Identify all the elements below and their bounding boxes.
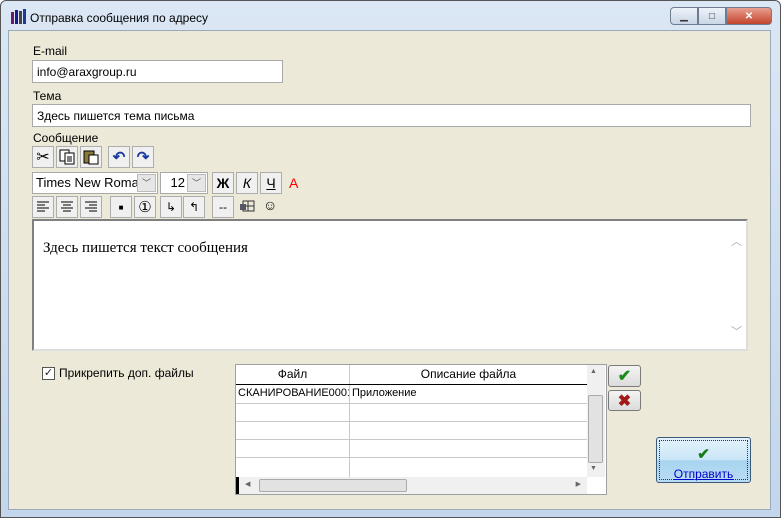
outdent-icon: ↰ bbox=[188, 200, 200, 214]
check-icon: ✔ bbox=[617, 368, 632, 385]
font-select[interactable]: Times New Roman ﹀ bbox=[32, 172, 158, 194]
message-text: Здесь пишется текст сообщения bbox=[43, 240, 248, 256]
delete-x-icon: ✖ bbox=[617, 392, 632, 410]
chevron-down-icon: ﹀ bbox=[137, 174, 156, 192]
subject-input[interactable]: Здесь пишется тема письма bbox=[32, 104, 751, 127]
size-value: 12 bbox=[170, 175, 185, 190]
attach-label: Прикрепить доп. файлы bbox=[59, 366, 194, 380]
add-file-button[interactable]: ✔ bbox=[608, 365, 641, 387]
scroll-down-icon[interactable]: ﹀ bbox=[731, 323, 742, 339]
email-label: E-mail bbox=[33, 44, 68, 58]
check-icon: ✔ bbox=[697, 446, 710, 463]
window-title: Отправка сообщения по адресу bbox=[30, 11, 209, 25]
column-header-file[interactable]: Файл bbox=[236, 365, 350, 384]
scroll-thumb[interactable] bbox=[259, 479, 407, 492]
chevron-down-icon: ﹀ bbox=[187, 174, 206, 192]
align-center-button[interactable] bbox=[56, 196, 78, 218]
copy-button[interactable] bbox=[56, 146, 78, 168]
close-button[interactable]: ✕ bbox=[726, 7, 772, 25]
vertical-scrollbar[interactable]: ▲ ▼ bbox=[587, 365, 605, 477]
grid-cell[interactable]: Приложение bbox=[352, 387, 582, 399]
align-center-icon bbox=[61, 201, 73, 212]
horizontal-line-button[interactable]: -- bbox=[212, 196, 234, 218]
cut-button[interactable]: ✂ bbox=[32, 146, 54, 168]
delete-file-button[interactable]: ✖ bbox=[608, 390, 641, 411]
font-value: Times New Roman bbox=[36, 175, 147, 190]
column-header-description[interactable]: Описание файла bbox=[350, 365, 587, 384]
outdent-button[interactable]: ↰ bbox=[183, 196, 205, 218]
send-button[interactable]: ✔ Отправить bbox=[656, 437, 751, 483]
send-label: Отправить bbox=[673, 467, 734, 481]
size-select[interactable]: 12 ﹀ bbox=[160, 172, 208, 194]
align-right-button[interactable] bbox=[80, 196, 102, 218]
numbered-list-button[interactable]: ① bbox=[134, 196, 156, 218]
files-grid: Файл Описание файла СКАНИРОВАНИЕ0001 При… bbox=[235, 364, 607, 495]
grid-cell[interactable]: СКАНИРОВАНИЕ0001 bbox=[238, 387, 349, 399]
scissors-icon: ✂ bbox=[36, 149, 50, 166]
minimize-button[interactable]: ▁ bbox=[670, 7, 698, 25]
bullet-list-button[interactable]: ■ bbox=[110, 196, 132, 218]
text-color-button[interactable]: A bbox=[289, 175, 298, 191]
undo-icon: ↶ bbox=[112, 149, 126, 166]
align-left-button[interactable] bbox=[32, 196, 54, 218]
paste-button[interactable] bbox=[80, 146, 102, 168]
italic-button[interactable]: К bbox=[236, 172, 258, 194]
app-books-icon bbox=[11, 9, 26, 24]
underline-button[interactable]: Ч bbox=[260, 172, 282, 194]
smiley-icon[interactable]: ☺ bbox=[263, 197, 277, 213]
message-label: Сообщение bbox=[33, 131, 99, 145]
maximize-button[interactable]: □ bbox=[698, 7, 726, 25]
undo-button[interactable]: ↶ bbox=[108, 146, 130, 168]
attach-checkbox[interactable]: ✓ bbox=[42, 367, 55, 380]
scroll-thumb[interactable] bbox=[588, 395, 603, 463]
horizontal-scrollbar[interactable]: ◀ ▶ bbox=[236, 477, 587, 494]
align-left-icon bbox=[37, 201, 49, 212]
insert-table-icon[interactable] bbox=[240, 199, 256, 216]
indent-icon: ↳ bbox=[165, 200, 177, 214]
copy-icon bbox=[59, 149, 75, 165]
align-right-icon bbox=[85, 201, 97, 212]
bold-button[interactable]: Ж bbox=[212, 172, 234, 194]
redo-button[interactable]: ↷ bbox=[132, 146, 154, 168]
email-input[interactable]: info@araxgroup.ru bbox=[32, 60, 283, 83]
scroll-up-icon[interactable]: ︿ bbox=[731, 233, 742, 249]
message-editor[interactable]: Здесь пишется текст сообщения ︿ ﹀ bbox=[32, 219, 748, 351]
indent-button[interactable]: ↳ bbox=[160, 196, 182, 218]
paste-icon bbox=[83, 150, 99, 165]
redo-icon: ↷ bbox=[136, 149, 150, 166]
subject-label: Тема bbox=[33, 89, 62, 103]
